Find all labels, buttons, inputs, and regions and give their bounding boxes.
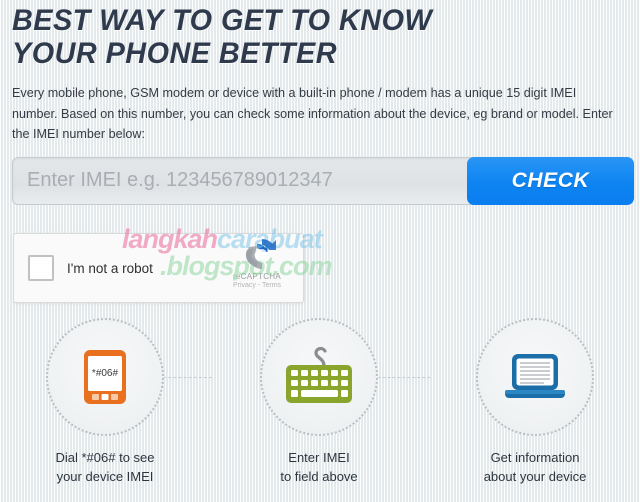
page-title-line-1: BEST WAY TO GET TO KNOW <box>12 4 433 37</box>
step-1-circle: *#06# <box>46 318 164 436</box>
step-item-1: *#06# Dial *#06# to see your device IMEI <box>0 318 210 486</box>
page-title-line-2: YOUR PHONE BETTER <box>12 37 337 70</box>
recaptcha-links[interactable]: Privacy - Terms <box>219 282 295 289</box>
imei-form: CHECK <box>12 156 634 205</box>
step-3-caption-line-2: about your device <box>483 469 587 484</box>
step-3-circle <box>476 318 594 436</box>
steps-section: *#06# Dial *#06# to see your device IMEI <box>0 318 640 502</box>
step-2-caption-line-1: Enter IMEI <box>288 450 350 465</box>
step-3-caption-line-1: Get information <box>490 450 580 465</box>
step-2-caption: Enter IMEI to field above <box>214 448 424 486</box>
recaptcha-branding: reCAPTCHA Privacy - Terms <box>219 240 295 289</box>
recaptcha-checkbox[interactable] <box>28 255 54 281</box>
keyboard-icon <box>286 346 352 403</box>
imei-check-page: BEST WAY TO GET TO KNOW YOUR PHONE BETTE… <box>0 0 640 502</box>
mobile-phone-icon: *#06# <box>84 350 126 404</box>
recaptcha-icon <box>245 243 268 267</box>
step-item-3: Get information about your device <box>430 318 640 486</box>
step-3-caption: Get information about your device <box>430 448 640 486</box>
step-item-2: Enter IMEI to field above <box>214 318 424 486</box>
step-1-caption: Dial *#06# to see your device IMEI <box>0 448 210 486</box>
check-button[interactable]: CHECK <box>467 156 634 205</box>
imei-input[interactable] <box>12 156 490 205</box>
recaptcha-widget[interactable]: I'm not a robot reCAPTCHA Privacy - Term… <box>13 233 304 303</box>
recaptcha-label: I'm not a robot <box>67 260 153 276</box>
intro-paragraph: Every mobile phone, GSM modem or device … <box>12 86 613 141</box>
recaptcha-brand-name: reCAPTCHA <box>232 272 282 281</box>
step-1-caption-line-2: your device IMEI <box>56 469 154 484</box>
step-2-circle <box>260 318 378 436</box>
phone-screen-text: *#06# <box>92 368 119 379</box>
step-2-caption-line-2: to field above <box>280 469 358 484</box>
page-title: BEST WAY TO GET TO KNOW YOUR PHONE BETTE… <box>12 4 603 70</box>
laptop-icon <box>505 354 565 398</box>
step-1-caption-line-1: Dial *#06# to see <box>55 450 155 465</box>
